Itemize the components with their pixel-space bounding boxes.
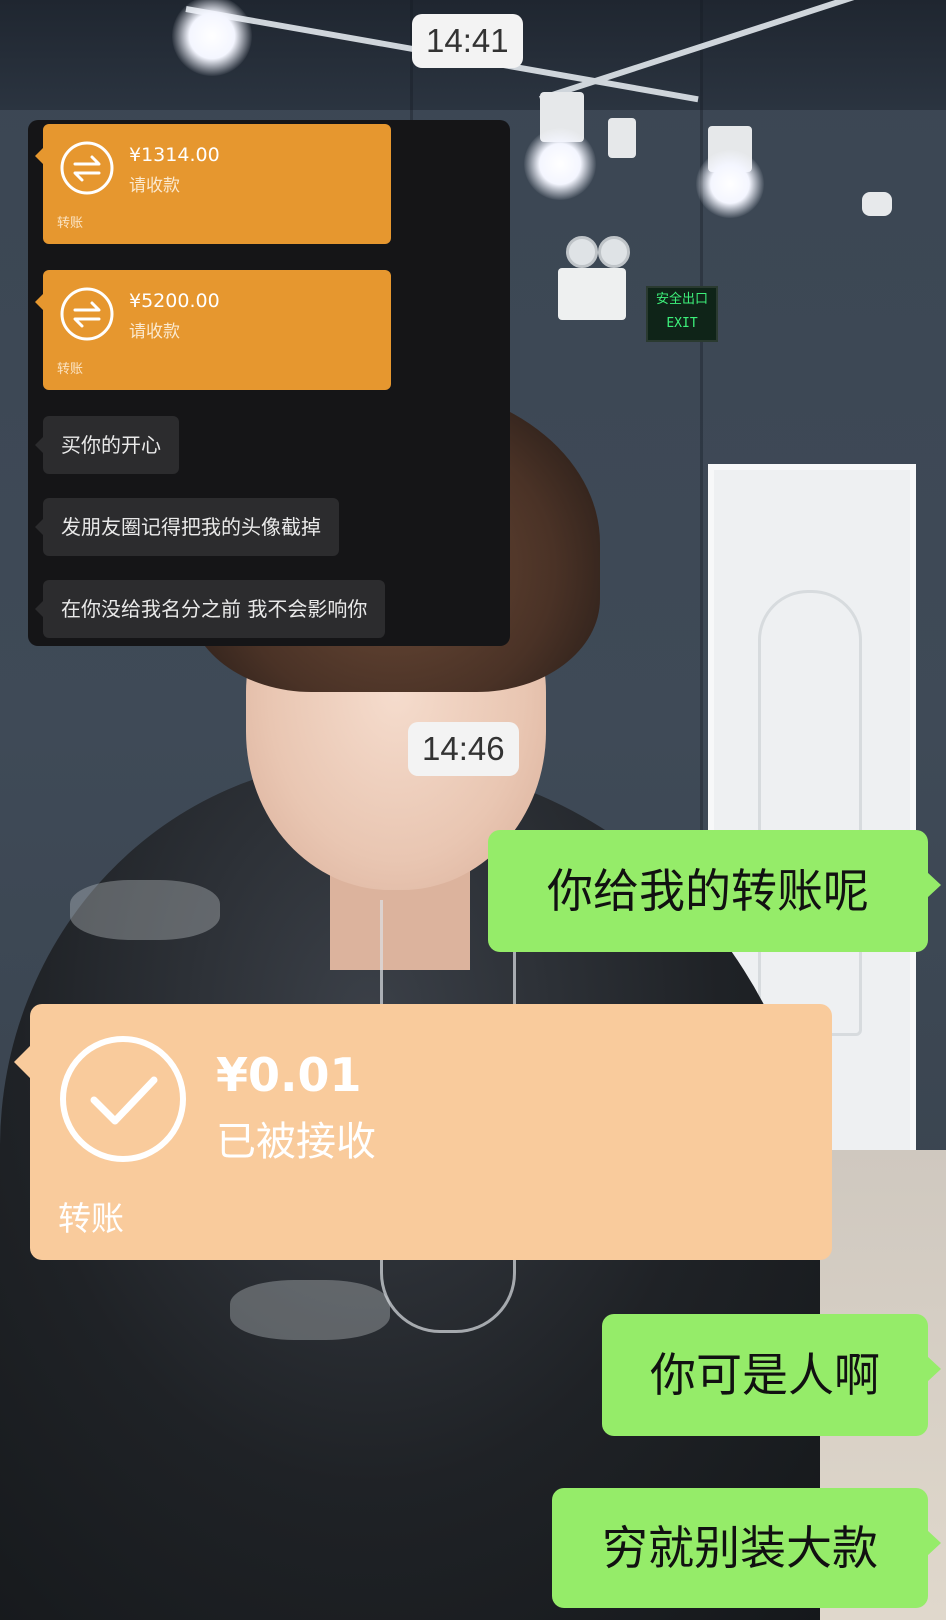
- ceiling-light: [524, 128, 596, 200]
- transfer-amount: ¥1314.00: [129, 144, 220, 166]
- transfer-status: 已被接收: [216, 1119, 376, 1165]
- outgoing-message[interactable]: 穷就别装大款: [552, 1488, 941, 1608]
- embedded-chat-screenshot: ¥1314.00 请收款 转账 ¥5200.00 请收款 转账 买你的开心 发朋…: [28, 120, 510, 646]
- transfer-status: 请收款: [129, 322, 180, 342]
- transfer-label: 转账: [57, 216, 84, 231]
- security-camera: [862, 192, 892, 216]
- outgoing-message[interactable]: 你可是人啊: [602, 1314, 941, 1436]
- received-transfer-card[interactable]: ¥0.01 已被接收 转账: [14, 1004, 832, 1260]
- pending-transfer-card[interactable]: ¥1314.00 请收款 转账: [35, 124, 391, 244]
- transfer-label: 转账: [58, 1199, 124, 1238]
- pending-transfer-card[interactable]: ¥5200.00 请收款 转账: [35, 270, 391, 390]
- emergency-bulb: [598, 236, 630, 268]
- transfer-label: 转账: [57, 362, 84, 377]
- spotlight-fixture: [608, 118, 636, 158]
- shirt-pattern: [70, 880, 220, 940]
- shirt-pattern: [230, 1280, 390, 1340]
- incoming-message[interactable]: 发朋友圈记得把我的头像截掉: [35, 498, 339, 556]
- timestamp: 14:46: [408, 722, 519, 776]
- transfer-arrows-icon: [60, 141, 114, 195]
- transfer-arrows-icon: [60, 287, 114, 341]
- emergency-bulb: [566, 236, 598, 268]
- checkmark-circle-icon: [60, 1036, 186, 1162]
- ceiling-light: [696, 150, 764, 218]
- exit-sign: 安全出口 EXIT: [646, 286, 718, 342]
- outgoing-message[interactable]: 你给我的转账呢: [488, 830, 941, 952]
- transfer-status: 请收款: [129, 176, 180, 196]
- transfer-amount: ¥0.01: [216, 1048, 362, 1102]
- door-panel: [758, 590, 862, 1036]
- emergency-light: [558, 236, 630, 320]
- incoming-message[interactable]: 在你没给我名分之前 我不会影响你: [34, 580, 386, 638]
- transfer-amount: ¥5200.00: [129, 290, 220, 312]
- timestamp: 14:41: [412, 14, 523, 68]
- incoming-message[interactable]: 买你的开心: [35, 416, 179, 474]
